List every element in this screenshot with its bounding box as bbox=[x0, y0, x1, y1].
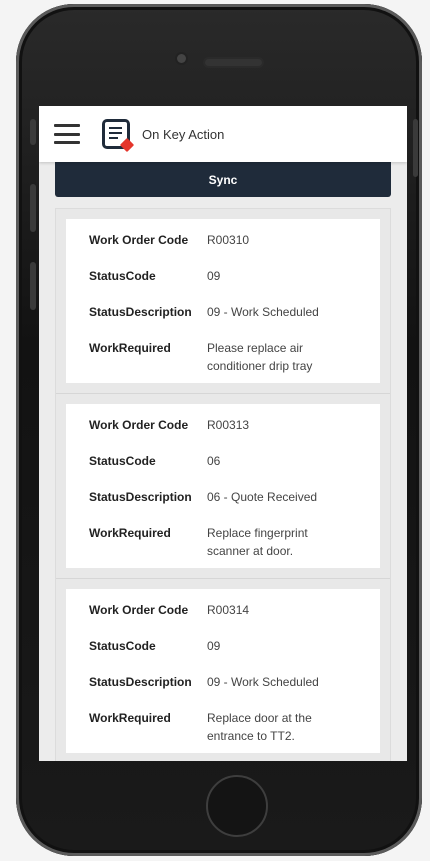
field-label: StatusCode bbox=[89, 639, 156, 653]
field-label: Work Order Code bbox=[89, 418, 189, 432]
status-code-row: StatusCode 06 bbox=[89, 452, 380, 470]
volume-up-button bbox=[30, 184, 36, 232]
work-order-card[interactable]: Work Order Code R00310 StatusCode 09 Sta… bbox=[66, 219, 380, 383]
status-description: 06 - Quote Received bbox=[207, 490, 318, 504]
app-title: On Key Action bbox=[142, 126, 225, 142]
power-button bbox=[413, 119, 418, 177]
work-required: Please replace air conditioner drip tray bbox=[207, 341, 313, 373]
code-row: Work Order Code R00310 bbox=[89, 231, 380, 249]
hamburger-icon[interactable] bbox=[54, 124, 80, 144]
list-item: Work Order Code R00313 StatusCode 06 Sta… bbox=[56, 394, 390, 579]
work-order-code: R00313 bbox=[207, 418, 250, 432]
status-code-row: StatusCode 09 bbox=[89, 637, 380, 655]
field-label: StatusDescription bbox=[89, 305, 192, 319]
list-item: Work Order Code R00314 StatusCode 09 Sta… bbox=[56, 579, 390, 761]
status-description-row: StatusDescription 09 - Work Scheduled bbox=[89, 673, 380, 691]
mute-switch bbox=[30, 119, 36, 145]
field-label: WorkRequired bbox=[89, 526, 171, 540]
field-label: StatusCode bbox=[89, 454, 156, 468]
field-label: WorkRequired bbox=[89, 341, 171, 355]
field-label: StatusCode bbox=[89, 269, 156, 283]
home-button[interactable] bbox=[206, 775, 268, 837]
main-content[interactable]: Sync Work Order Code R00310 StatusCode 0… bbox=[39, 162, 407, 761]
status-description-row: StatusDescription 06 - Quote Received bbox=[89, 488, 380, 506]
work-order-list: Work Order Code R00310 StatusCode 09 Sta… bbox=[55, 208, 391, 761]
earpiece-speaker bbox=[205, 59, 262, 66]
work-order-code: R00314 bbox=[207, 603, 250, 617]
status-description: 09 - Work Scheduled bbox=[207, 675, 319, 689]
document-icon bbox=[102, 119, 135, 153]
work-required-row: WorkRequired Please replace air conditio… bbox=[89, 339, 380, 375]
status-description-row: StatusDescription 09 - Work Scheduled bbox=[89, 303, 380, 321]
status-code: 06 bbox=[207, 454, 221, 468]
work-required: Replace door at the entrance to TT2. bbox=[207, 711, 312, 743]
work-order-card[interactable]: Work Order Code R00314 StatusCode 09 Sta… bbox=[66, 589, 380, 753]
volume-down-button bbox=[30, 262, 36, 310]
field-label: WorkRequired bbox=[89, 711, 171, 725]
work-order-code: R00310 bbox=[207, 233, 250, 247]
field-label: Work Order Code bbox=[89, 603, 189, 617]
field-label: StatusDescription bbox=[89, 675, 192, 689]
list-item: Work Order Code R00310 StatusCode 09 Sta… bbox=[56, 209, 390, 394]
status-code: 09 bbox=[207, 639, 221, 653]
status-code: 09 bbox=[207, 269, 221, 283]
front-camera bbox=[177, 54, 186, 63]
status-code-row: StatusCode 09 bbox=[89, 267, 380, 285]
field-label: Work Order Code bbox=[89, 233, 189, 247]
field-label: StatusDescription bbox=[89, 490, 192, 504]
work-order-card[interactable]: Work Order Code R00313 StatusCode 06 Sta… bbox=[66, 404, 380, 568]
work-required: Replace fingerprint scanner at door. bbox=[207, 526, 308, 558]
code-row: Work Order Code R00314 bbox=[89, 601, 380, 619]
work-required-row: WorkRequired Replace fingerprint scanner… bbox=[89, 524, 380, 560]
code-row: Work Order Code R00313 bbox=[89, 416, 380, 434]
sync-button[interactable]: Sync bbox=[55, 162, 391, 197]
work-required-row: WorkRequired Replace door at the entranc… bbox=[89, 709, 380, 745]
app-bar: On Key Action bbox=[39, 106, 407, 162]
app-screen: On Key Action Sync Work Order Code R0031… bbox=[39, 106, 407, 761]
status-description: 09 - Work Scheduled bbox=[207, 305, 319, 319]
